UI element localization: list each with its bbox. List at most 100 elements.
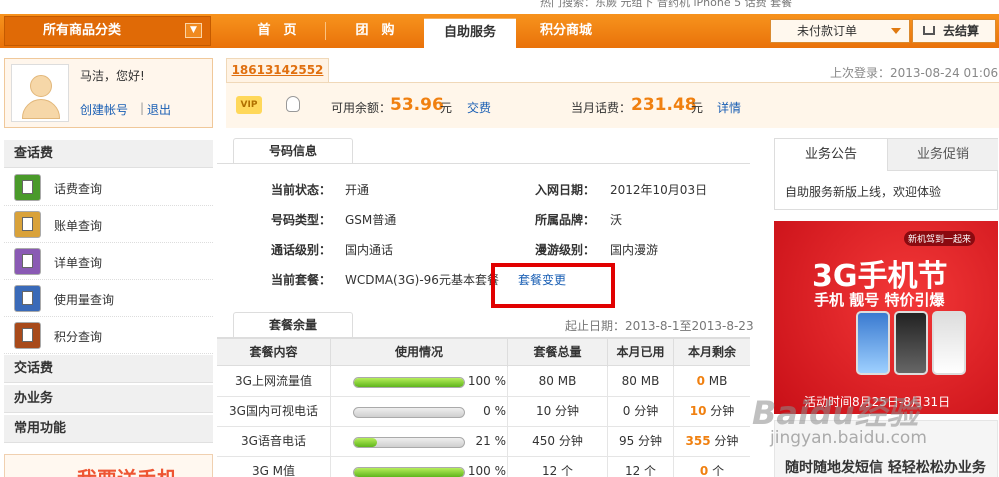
item-name: 3G M值 [217,457,331,477]
remaining-amount: 355 分钟 [674,427,750,457]
notice-panel: 业务公告 业务促销 自助服务新版上线，欢迎体验 [774,138,998,210]
status-value: 开通 [345,183,370,197]
points-icon [14,322,41,349]
column-header: 使用情况 [331,339,508,367]
column-header: 本月剩余 [687,345,736,359]
unpaid-orders-label: 未付款订单 [797,24,858,38]
menu-section-common[interactable]: 常用功能 [4,415,213,443]
usage-progress-fill [354,378,464,387]
sidebar-item-label: 使用量查询 [54,293,115,307]
menu-section-pay[interactable]: 交话费 [4,355,213,383]
monthly-fee-unit: 元 [691,101,704,115]
sidebar-item-detail-query[interactable]: 详单查询 [4,243,213,280]
item-name: 3G国内可视电话 [217,397,331,427]
tab-number-info[interactable]: 号码信息 [233,138,353,164]
sidebar-item-usage-query[interactable]: 使用量查询 [4,280,213,317]
phone-image-icon [894,311,928,375]
item-name: 3G语音电话 [217,427,331,457]
nav-tab-groupbuy[interactable]: 团 购 [330,14,420,48]
menu-section-query[interactable]: 查话费 [4,140,213,168]
current-plan-value: WCDMA(3G)-96元基本套餐 [345,273,499,287]
number-type-label: 号码类型： [271,213,332,227]
sidebar-item-bill-query[interactable]: 账单查询 [4,206,213,243]
brand-value: 沃 [610,213,623,227]
sidebar-item-points-query[interactable]: 积分查询 [4,317,213,354]
unpaid-orders-dropdown[interactable]: 未付款订单 [770,19,910,43]
number-type-value: GSM普通 [345,213,397,227]
total-amount: 450 分钟 [508,427,608,457]
phone-number-tab[interactable]: 18613142552 [226,58,329,82]
detail-icon [14,248,41,275]
avatar-body-icon [22,99,60,119]
remaining-number: 355 [685,434,711,448]
tab-divider [217,163,750,164]
table-row: 3G语音电话 21 % 450 分钟 95 分钟 355 分钟 [217,427,750,457]
nav-separator [325,22,326,40]
pay-link[interactable]: 交费 [467,99,491,116]
chevron-down-icon[interactable]: ▼ [185,23,202,38]
used-amount: 80 MB [608,367,674,397]
vip-icon: VIP [236,96,262,114]
usage-progress-bar [353,467,465,477]
ad-subtitle: 手机 靓号 特价引爆 [814,291,945,309]
checkout-button[interactable]: 去结算 [912,19,996,43]
table-header: 套餐内容 使用情况 套餐总量 本月已用 本月剩余 [217,338,750,367]
detail-link[interactable]: 详情 [717,99,741,116]
used-amount: 0 分钟 [608,397,674,427]
tab-business-promo[interactable]: 业务促销 [887,139,998,171]
column-header: 本月已用 [608,339,674,367]
nav-tab-points-mall[interactable]: 积分商城 [520,14,612,48]
join-date-label: 入网日期： [535,183,596,197]
usage-progress-bar [353,377,465,388]
usage-cell: 100 % [331,367,508,397]
link-separator: | [140,101,145,115]
table-row: 3G国内可视电话 0 % 10 分钟 0 分钟 10 分钟 [217,397,750,427]
usage-percent: 100 % [467,374,506,388]
promo-banner-3g-phone[interactable]: 新机驾到一起来 3G手机节 手机 靓号 特价引爆 活动时间8月25日-8月31日 [774,221,998,414]
remaining-unit: MB [704,374,728,388]
sidebar-item-label: 话费查询 [54,182,103,196]
logout-link[interactable]: 退出 [147,101,171,118]
usage-cell: 100 % [331,457,508,477]
sidebar-item-balance-query[interactable]: 话费查询 [4,169,213,206]
baidu-watermark-url: jingyan.baidu.com [770,428,927,448]
remaining-amount: 10 分钟 [674,397,750,427]
ad2-text: 随时随地发短信 轻轻松松办业务 [785,460,986,476]
balance-value: 53.96 [390,95,444,115]
left-promo-text: 我要送手机 [77,463,177,477]
call-level-value: 国内通话 [345,243,394,257]
tab-business-notice[interactable]: 业务公告 [775,139,887,171]
phone-image-icon [856,311,890,375]
column-header: 套餐总量 [508,339,608,367]
total-amount: 10 分钟 [508,397,608,427]
tab-plan-remaining[interactable]: 套餐余量 [233,312,353,338]
phone-bill-icon [14,174,41,201]
nav-tab-home[interactable]: 首 页 [232,14,322,48]
remaining-number: 10 [689,404,707,418]
avatar [11,64,69,122]
user-panel: 马洁，您好! 创建帐号 | 退出 [4,58,213,128]
usage-icon [14,285,41,312]
create-account-link[interactable]: 创建帐号 [80,101,128,118]
remaining-number: 0 [696,374,705,388]
hot-search-text: 热门搜索：东蕨 元组下 音药机 iPhone 5 话费 套餐 [540,0,793,9]
remaining-number: 0 [699,464,709,477]
category-label: 所有商品分类 [43,23,122,38]
dropdown-arrow-icon [891,28,901,34]
notice-text[interactable]: 自助服务新版上线，欢迎体验 [785,183,941,200]
checkout-label: 去结算 [943,24,980,38]
usage-cell: 21 % [331,427,508,457]
balance-label: 可用余额： [331,101,392,115]
usage-progress-fill [354,468,464,477]
usage-cell: 0 % [331,397,508,427]
nav-tab-self-service[interactable]: 自助服务 [424,18,516,48]
usage-progress-bar [353,407,465,418]
usage-progress-fill [354,438,378,447]
user-icon [286,96,300,112]
remaining-amount: 0 MB [674,367,750,397]
menu-section-business[interactable]: 办业务 [4,385,213,413]
all-categories-button[interactable]: 所有商品分类 ▼ [4,16,211,46]
monthly-fee-label: 当月话费： [571,101,632,115]
left-promo-banner[interactable]: 我要送手机 [4,454,213,477]
brand-label: 所属品牌： [535,213,596,227]
